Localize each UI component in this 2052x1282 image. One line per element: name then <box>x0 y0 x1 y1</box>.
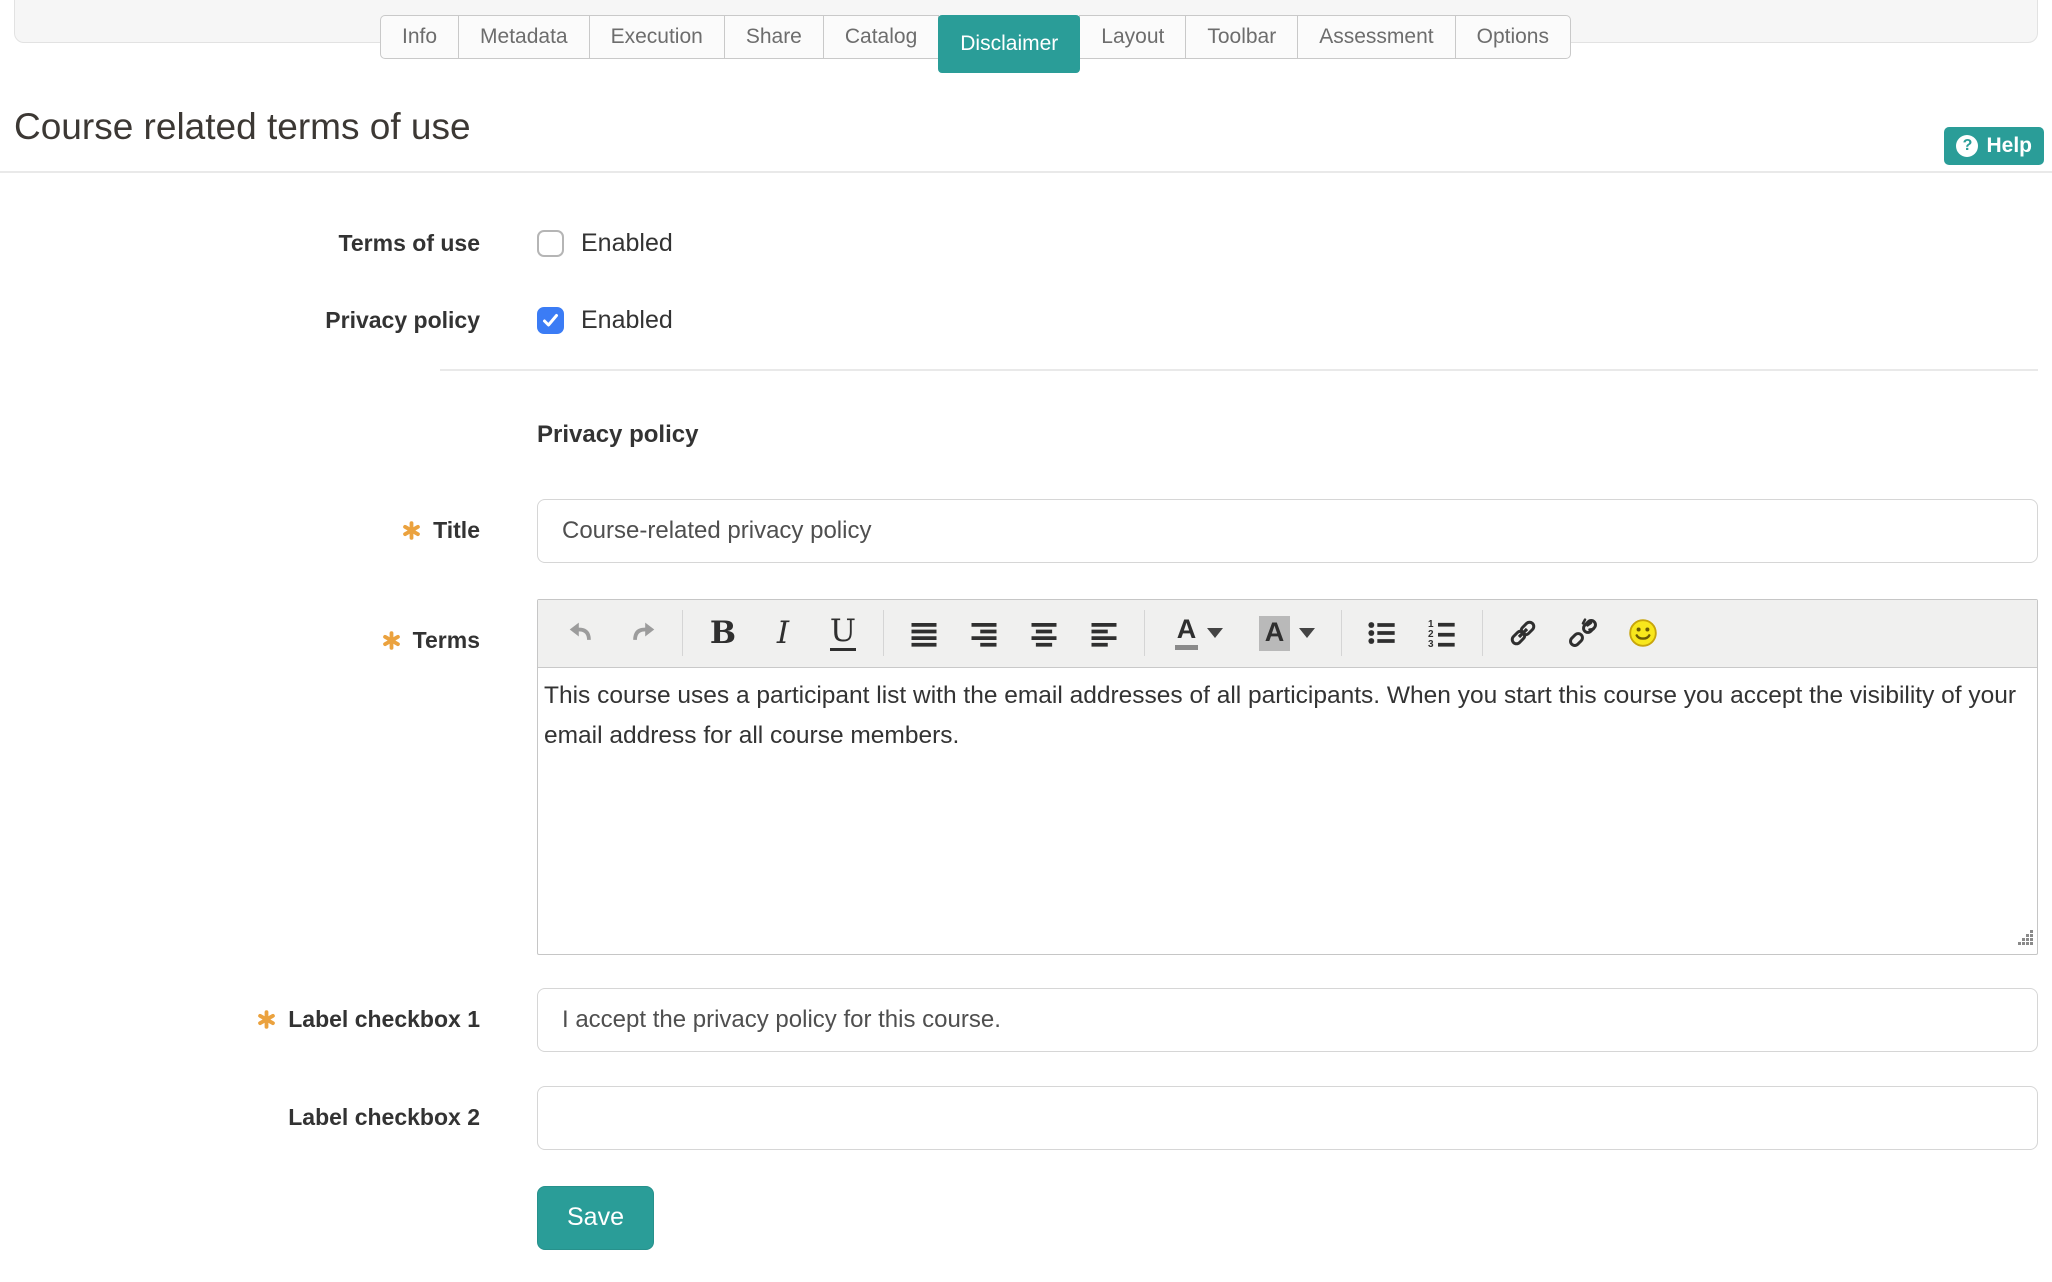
terms-of-use-checkbox[interactable] <box>537 229 564 257</box>
tab-options[interactable]: Options <box>1454 15 1571 59</box>
privacy-policy-row: Privacy policy Enabled <box>0 306 2052 335</box>
tab-info[interactable]: Info <box>380 15 460 59</box>
save-row: Save <box>0 1185 2052 1250</box>
page-title: Course related terms of use <box>14 106 471 147</box>
align-center-icon[interactable] <box>1021 610 1067 656</box>
numbered-list-icon[interactable]: 123 <box>1419 610 1465 656</box>
align-left-icon[interactable] <box>1081 610 1127 656</box>
italic-icon[interactable]: I <box>760 610 806 656</box>
tab-catalog[interactable]: Catalog <box>822 15 940 59</box>
privacy-policy-checkbox-label: Enabled <box>581 305 673 334</box>
terms-field-row: Terms B I U A A 1 2 3 This course uses a… <box>0 598 2052 955</box>
toolbar-separator <box>1144 610 1145 657</box>
required-asterisk-icon <box>402 521 421 540</box>
chevron-down-icon <box>1299 628 1316 639</box>
smiley-icon[interactable] <box>1620 610 1666 656</box>
tab-disclaimer[interactable]: Disclaimer <box>938 15 1081 73</box>
toolbar-separator <box>1341 610 1342 657</box>
undo-icon[interactable] <box>559 610 605 656</box>
help-icon: ? <box>1956 135 1979 157</box>
label-checkbox-2-input[interactable] <box>537 1085 2038 1150</box>
privacy-policy-checkbox[interactable] <box>537 306 564 334</box>
terms-field-label: Terms <box>0 599 480 654</box>
required-asterisk-icon <box>257 1010 276 1029</box>
save-button[interactable]: Save <box>537 1185 654 1250</box>
header-divider <box>0 170 2052 173</box>
text-color-icon[interactable]: A <box>1162 610 1236 656</box>
disclaimer-form: Terms of use Enabled Privacy policy Enab… <box>0 229 2052 1250</box>
editor-toolbar: B I U A A 1 2 3 <box>538 599 2037 668</box>
align-justify-icon[interactable] <box>901 610 947 656</box>
highlight-color-icon[interactable]: A <box>1250 610 1324 656</box>
toolbar-separator <box>1482 610 1483 657</box>
label-checkbox-1-row: Label checkbox 1 <box>0 987 2052 1052</box>
label-checkbox-1-input[interactable] <box>537 987 2038 1052</box>
help-button[interactable]: ? Help <box>1944 127 2044 165</box>
label-checkbox-1-label: Label checkbox 1 <box>0 1006 480 1033</box>
tab-share[interactable]: Share <box>723 15 824 59</box>
chevron-down-icon <box>1207 628 1224 639</box>
tab-bar: Info Metadata Execution Share Catalog Di… <box>380 15 1571 73</box>
tab-execution[interactable]: Execution <box>588 15 725 59</box>
checkmark-icon <box>543 313 558 327</box>
terms-editor-content[interactable]: This course uses a participant list with… <box>538 668 2037 954</box>
required-asterisk-icon <box>382 630 401 650</box>
resize-grip-icon[interactable] <box>2018 929 2034 951</box>
link-icon[interactable] <box>1500 610 1546 656</box>
section-divider <box>440 368 2038 371</box>
terms-of-use-checkbox-label: Enabled <box>581 228 673 257</box>
help-label: Help <box>1986 134 2032 157</box>
title-field-label: Title <box>0 517 480 544</box>
unlink-icon[interactable] <box>1560 610 1606 656</box>
terms-editor: B I U A A 1 2 3 This course uses a parti… <box>537 598 2038 955</box>
underline-icon[interactable]: U <box>820 610 866 656</box>
tab-metadata[interactable]: Metadata <box>458 15 590 59</box>
title-input[interactable] <box>537 498 2038 563</box>
toolbar-separator <box>883 610 884 657</box>
tab-layout[interactable]: Layout <box>1079 15 1187 59</box>
terms-of-use-row: Terms of use Enabled <box>0 229 2052 258</box>
toolbar-separator <box>682 610 683 657</box>
tab-toolbar[interactable]: Toolbar <box>1185 15 1299 59</box>
bullet-list-icon[interactable] <box>1359 610 1405 656</box>
privacy-policy-section-heading: Privacy policy <box>537 420 699 448</box>
title-field-row: Title <box>0 498 2052 563</box>
terms-of-use-label: Terms of use <box>338 229 480 256</box>
label-checkbox-2-row: Label checkbox 2 <box>0 1085 2052 1150</box>
svg-text:3: 3 <box>1428 639 1434 649</box>
redo-icon[interactable] <box>619 610 665 656</box>
align-right-icon[interactable] <box>961 610 1007 656</box>
privacy-policy-label: Privacy policy <box>325 306 480 333</box>
bold-icon[interactable]: B <box>700 610 746 656</box>
label-checkbox-2-label: Label checkbox 2 <box>288 1104 480 1131</box>
tab-assessment[interactable]: Assessment <box>1297 15 1456 59</box>
